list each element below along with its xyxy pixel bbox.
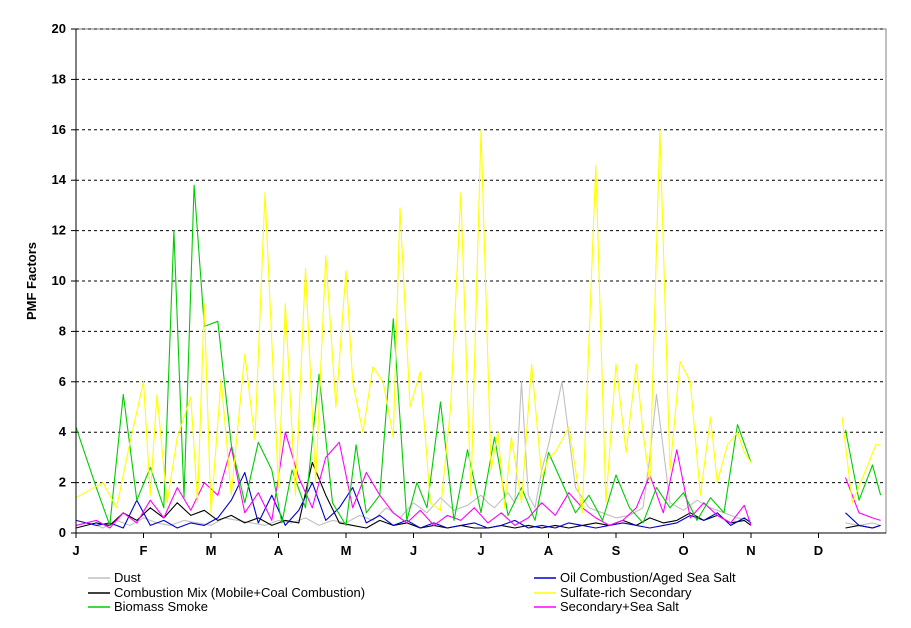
- y-tick-label: 6: [59, 374, 66, 389]
- x-tick-label: S: [612, 543, 621, 558]
- y-tick-label: 4: [59, 424, 67, 439]
- legend-item-combustion-mix-mobile-coal-combustion: Combustion Mix (Mobile+Coal Combustion): [88, 585, 365, 600]
- pmf-factors-chart: 0 2 4 6 8 10 12 14 16 18 20 J F M A M J J A S O N D PMF Factor…: [0, 0, 911, 623]
- chart-svg: 0 2 4 6 8 10 12 14 16 18 20 J F M A M J J A S O N D PMF Factor…: [24, 21, 887, 614]
- y-tick-label: 0: [59, 525, 66, 540]
- x-tick-label: D: [814, 543, 823, 558]
- y-tick-label: 8: [59, 323, 66, 338]
- y-tick-label: 14: [52, 172, 67, 187]
- legend-label: Biomass Smoke: [114, 599, 208, 614]
- x-tick-label: A: [274, 543, 284, 558]
- y-tick-label: 20: [52, 21, 66, 36]
- legend-label: Sulfate-rich Secondary: [560, 585, 692, 600]
- x-tick-label: F: [140, 543, 148, 558]
- legend-item-secondary-sea-salt: Secondary+Sea Salt: [534, 599, 679, 614]
- legend-label: Oil Combustion/Aged Sea Salt: [560, 570, 736, 585]
- y-axis-label: PMF Factors: [24, 242, 39, 320]
- y-tick-label: 16: [52, 122, 66, 137]
- legend: DustCombustion Mix (Mobile+Coal Combusti…: [88, 570, 736, 614]
- x-tick-label: M: [206, 543, 217, 558]
- x-tick-label: J: [72, 543, 79, 558]
- y-tick-label: 2: [59, 475, 66, 490]
- y-tick-label: 10: [52, 273, 66, 288]
- x-tick-label: A: [544, 543, 554, 558]
- y-tick-label: 18: [52, 71, 66, 86]
- x-tick-label: J: [477, 543, 484, 558]
- x-tick-label: J: [410, 543, 417, 558]
- legend-item-biomass-smoke: Biomass Smoke: [88, 599, 208, 614]
- x-tick-label: M: [341, 543, 352, 558]
- legend-item-oil-combustion-aged-sea-salt: Oil Combustion/Aged Sea Salt: [534, 570, 736, 585]
- x-tick-label: O: [678, 543, 688, 558]
- legend-label: Secondary+Sea Salt: [560, 599, 679, 614]
- legend-item-dust: Dust: [88, 570, 141, 585]
- legend-item-sulfate-rich-secondary: Sulfate-rich Secondary: [534, 585, 692, 600]
- y-tick-label: 12: [52, 223, 66, 238]
- legend-label: Combustion Mix (Mobile+Coal Combustion): [114, 585, 365, 600]
- x-tick-label: N: [746, 543, 755, 558]
- legend-label: Dust: [114, 570, 141, 585]
